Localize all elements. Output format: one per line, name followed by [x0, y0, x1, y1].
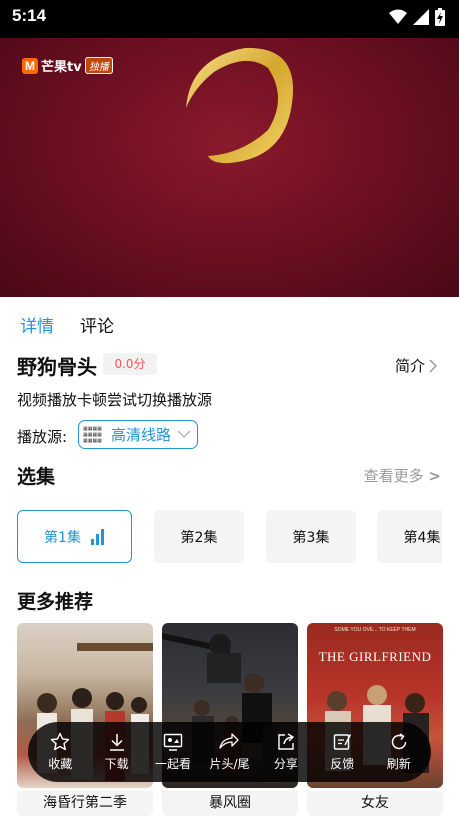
logo-text: 芒果tv	[41, 60, 82, 75]
status-icons	[389, 8, 445, 26]
watch-together-button[interactable]: 一起看	[146, 732, 200, 772]
download-button[interactable]: 下载	[90, 732, 144, 772]
chevron-right-icon: >	[428, 467, 441, 485]
status-bar: 5:14	[0, 0, 459, 38]
intro-link[interactable]: 简介	[395, 355, 437, 376]
toolbar-label: 收藏	[48, 757, 73, 771]
detail-tabs: 详情 评论	[20, 312, 114, 337]
floating-toolbar: 收藏 下载 一起看 片头/尾 分享 反馈 刷新	[28, 722, 431, 782]
chevron-right-icon	[429, 358, 437, 373]
toolbar-label: 反馈	[330, 757, 355, 771]
status-time: 5:14	[12, 6, 47, 25]
wifi-icon	[389, 9, 407, 24]
see-more-label: 查看更多	[363, 467, 424, 485]
refresh-button[interactable]: 刷新	[372, 732, 426, 772]
recommend-card[interactable]: SOME YOU OVE... TO KEEP THEM THE GIRLFRI…	[307, 623, 443, 816]
episode-label: 第3集	[292, 529, 330, 546]
source-value: 高清线路	[111, 426, 172, 444]
toolbar-label: 一起看	[155, 757, 192, 771]
playing-bars-icon	[90, 528, 104, 545]
toolbar-label: 片头/尾	[209, 757, 250, 771]
recommend-heading: 更多推荐	[17, 591, 94, 613]
download-icon	[109, 734, 124, 751]
episode-label: 第4集	[403, 529, 441, 546]
feedback-button[interactable]: 反馈	[315, 732, 369, 772]
share-button[interactable]: 分享	[259, 732, 313, 772]
episode-label: 第1集	[44, 529, 81, 546]
skip-icon	[219, 733, 240, 749]
recommend-card[interactable]: 暴风圈	[162, 623, 298, 816]
mgtv-logo: M 芒果tv 独播	[22, 56, 113, 75]
episodes-heading: 选集	[17, 466, 56, 488]
episode-list: 第1集 第2集 第3集 第4集	[17, 510, 442, 563]
screen-icon	[163, 733, 183, 751]
tab-details[interactable]: 详情	[20, 312, 54, 337]
episode-label: 第2集	[180, 529, 218, 546]
recommend-title: 女友	[307, 791, 443, 816]
tab-comments[interactable]: 评论	[80, 312, 114, 337]
favorite-button[interactable]: 收藏	[33, 732, 87, 772]
gold-ring-graphic	[186, 47, 294, 164]
toolbar-label: 分享	[273, 757, 298, 771]
see-more-link[interactable]: 查看更多 >	[364, 465, 441, 486]
recommend-card[interactable]: 海昏行第二季	[17, 623, 153, 816]
video-player[interactable]: M 芒果tv 独播	[0, 38, 459, 297]
source-select[interactable]: ▦▦▦▦ ▦▦▦▦ ▦▦▦▦ 高清线路	[78, 420, 198, 449]
episode-2[interactable]: 第2集	[154, 510, 244, 563]
chevron-down-icon	[177, 430, 191, 439]
show-title: 野狗骨头	[17, 355, 97, 379]
recommend-title: 暴风圈	[162, 791, 298, 816]
score-badge: 0.0分	[103, 353, 157, 375]
battery-icon	[435, 8, 445, 26]
toolbar-label: 刷新	[386, 757, 411, 771]
logo-badge: 独播	[84, 57, 113, 74]
source-logo-icon: ▦▦▦▦ ▦▦▦▦ ▦▦▦▦	[83, 425, 102, 444]
episode-1[interactable]: 第1集	[17, 510, 132, 563]
signal-icon	[413, 9, 429, 25]
skip-intro-button[interactable]: 片头/尾	[202, 732, 256, 772]
episode-3[interactable]: 第3集	[266, 510, 356, 563]
source-label: 播放源:	[17, 428, 68, 446]
star-icon	[51, 732, 70, 751]
refresh-icon	[391, 733, 406, 750]
logo-mark: M	[22, 57, 38, 74]
intro-label: 简介	[394, 357, 425, 375]
recommend-title: 海昏行第二季	[17, 791, 153, 816]
toolbar-label: 下载	[104, 757, 129, 771]
episode-4[interactable]: 第4集	[377, 510, 442, 563]
playback-hint: 视频播放卡顿尝试切换播放源	[17, 391, 213, 409]
feedback-icon	[334, 734, 352, 750]
share-icon	[278, 733, 295, 750]
